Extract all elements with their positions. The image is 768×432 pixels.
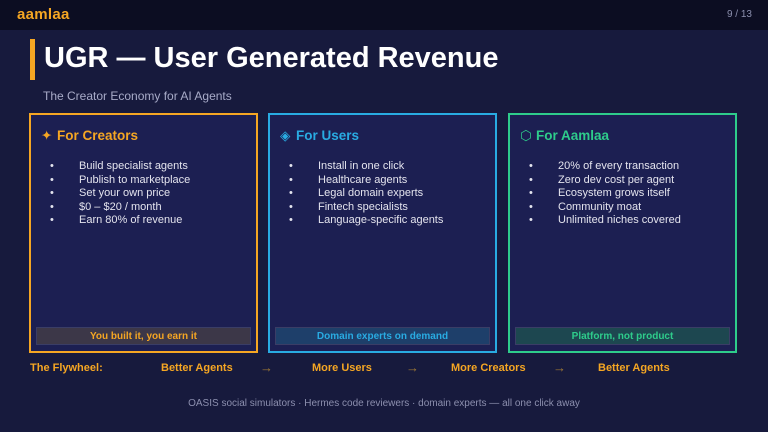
bullet-icon: • [50,200,54,213]
bullet-icon: • [289,200,293,213]
flywheel-step: Better Agents [161,362,233,374]
bullet-icon: • [50,173,54,186]
bullet-icon: • [529,160,533,172]
hexagon-icon: ⬡ [520,128,532,143]
bullet-icon: • [289,160,293,172]
flywheel-row: The Flywheel: Better Agents → More Users… [0,360,768,376]
brand-logo: aamlaa [17,6,70,23]
bullet-icon: • [50,160,54,172]
list-item: • Zero dev cost per agent [520,174,681,188]
flywheel-step: Better Agents [598,362,670,374]
slide-title: UGR — User Generated Revenue [44,42,499,74]
bullet-icon: • [289,187,293,199]
card-header: ⬡ For Aamlaa [520,128,609,144]
list-item: • Unlimited niches covered [520,214,681,228]
bullet-icon: • [50,187,54,199]
card-list: • 20% of every transaction • Zero dev cost… [520,160,681,228]
slide-subtitle: The Creator Economy for AI Agents [43,89,232,103]
card-footer-tagline: You built it, you earn it [36,327,251,345]
list-item: • 20% of every transaction [520,160,681,174]
list-item: • Build specialist agents [41,160,190,174]
bullet-icon: • [289,173,293,186]
title-accent-bar [30,39,35,80]
card-title: For Aamlaa [536,128,610,143]
card-title: For Users [296,128,360,143]
list-item: • Publish to marketplace [41,174,190,188]
diamond-icon: ◈ [280,128,291,143]
list-item: • $0 – $20 / month [41,201,190,215]
card-users: ◈ For Users • Install in one click • Health… [268,113,497,353]
arrow-right-icon: → [553,360,566,375]
list-item: • Healthcare agents [280,174,443,188]
list-item: • Fintech specialists [280,201,443,215]
card-header: ✦ For Creators [41,128,138,144]
list-item: • Legal domain experts [280,187,443,201]
list-item: • Language-specific agents [280,214,443,228]
list-item: • Earn 80% of revenue [41,214,190,228]
arrow-right-icon: → [406,360,419,375]
top-bar: aamlaa 9 / 13 [0,0,768,30]
card-list: • Install in one click • Healthcare agents… [280,160,443,228]
bullet-icon: • [529,200,533,213]
bullet-icon: • [289,214,293,226]
list-item: • Ecosystem grows itself [520,187,681,201]
card-creators: ✦ For Creators • Build specialist agents •… [29,113,258,353]
bullet-icon: • [529,173,533,186]
list-item: • Community moat [520,201,681,215]
arrow-right-icon: → [260,360,273,375]
slide-footnote: OASIS social simulators · Hermes code re… [188,398,580,409]
bullet-icon: • [529,187,533,199]
card-list: • Build specialist agents • Publish to mar… [41,160,190,228]
flywheel-step: More Creators [451,362,526,374]
card-aamlaa: ⬡ For Aamlaa • 20% of every transaction • Z… [508,113,737,353]
card-footer-tagline: Domain experts on demand [275,327,490,345]
sparkle-icon: ✦ [41,128,53,143]
list-item: • Set your own price [41,187,190,201]
flywheel-label: The Flywheel: [30,362,103,374]
bullet-icon: • [529,214,533,226]
bullet-icon: • [50,214,54,226]
flywheel-step: More Users [312,362,372,374]
card-header: ◈ For Users [280,128,359,144]
list-item: • Install in one click [280,160,443,174]
card-footer-tagline: Platform, not product [515,327,730,345]
card-title: For Creators [57,128,139,143]
slide-counter: 9 / 13 [726,9,752,20]
